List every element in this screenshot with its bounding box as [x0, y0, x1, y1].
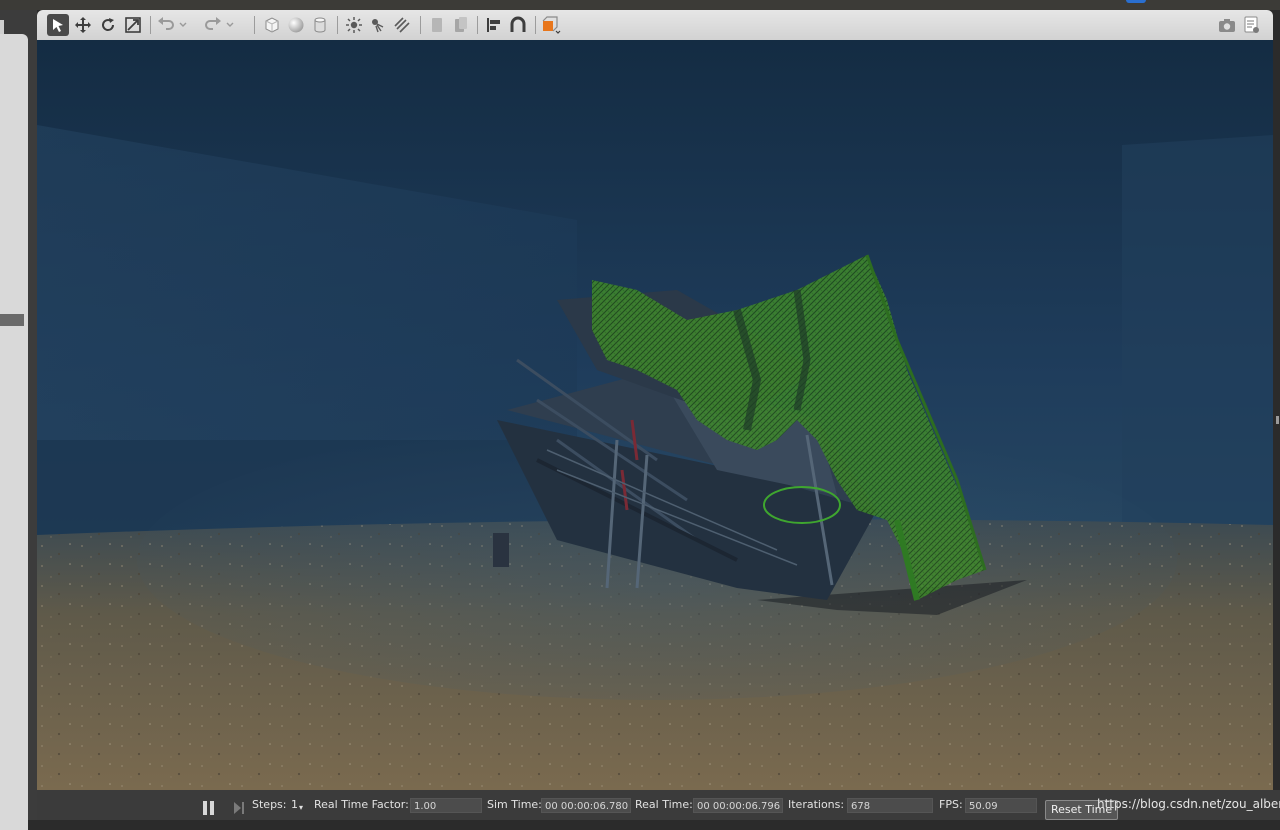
right-splitter-handle[interactable]	[1276, 416, 1279, 424]
system-top-bar	[0, 0, 1280, 10]
sim-time-value: 00 00:00:06.780	[541, 798, 631, 813]
iterations-label: Iterations:	[788, 798, 845, 811]
steps-label: Steps:	[252, 798, 287, 811]
scale-mode-icon[interactable]	[122, 14, 144, 36]
select-mode-icon[interactable]	[47, 14, 69, 36]
undo-icon[interactable]	[155, 14, 177, 36]
right-edge	[1273, 10, 1280, 820]
box-icon[interactable]	[261, 14, 283, 36]
toolbar-separator	[477, 16, 478, 34]
directional-light-icon[interactable]	[391, 14, 413, 36]
steps-value[interactable]: 1	[291, 798, 298, 812]
toolbar-separator	[337, 16, 338, 34]
translate-mode-icon[interactable]	[72, 14, 94, 36]
redo-icon[interactable]	[202, 14, 224, 36]
undo-dropdown-icon[interactable]	[178, 14, 188, 36]
3d-scene-viewport[interactable]	[37, 40, 1273, 790]
tank-wall-right	[1122, 135, 1273, 530]
copy-icon[interactable]	[426, 14, 448, 36]
real-time-label: Real Time:	[635, 798, 693, 811]
cylinder-icon[interactable]	[309, 14, 331, 36]
real-time-factor-value: 1.00	[410, 798, 482, 813]
fps-value: 50.09	[965, 798, 1037, 813]
iterations-value: 678	[847, 798, 933, 813]
left-side-panel	[0, 10, 37, 830]
real-time-factor-label: Real Time Factor:	[314, 798, 409, 811]
toolbar-separator	[254, 16, 255, 34]
steps-dropdown-icon[interactable]: ▾	[299, 801, 303, 815]
rotate-mode-icon[interactable]	[97, 14, 119, 36]
step-button[interactable]	[233, 801, 245, 815]
toolbar-separator	[150, 16, 151, 34]
log-icon[interactable]	[1241, 14, 1263, 36]
snap-icon[interactable]	[507, 14, 529, 36]
scene-toolbar	[37, 10, 1273, 41]
real-time-value: 00 00:00:06.796	[693, 798, 783, 813]
sphere-icon[interactable]	[285, 14, 307, 36]
view-angle-icon[interactable]	[540, 14, 562, 36]
align-icon[interactable]	[483, 14, 505, 36]
paste-icon[interactable]	[450, 14, 472, 36]
panel-splitter-handle[interactable]	[0, 314, 24, 326]
toolbar-separator	[420, 16, 421, 34]
watermark-url: https://blog.csdn.net/zou_albert	[1097, 797, 1280, 811]
world-panel[interactable]	[0, 34, 28, 830]
screenshot-icon[interactable]	[1216, 14, 1238, 36]
spot-light-icon[interactable]	[367, 14, 389, 36]
sim-time-label: Sim Time:	[487, 798, 542, 811]
redo-dropdown-icon[interactable]	[225, 14, 235, 36]
toolbar-separator	[535, 16, 536, 34]
point-light-icon[interactable]	[343, 14, 365, 36]
window-indicator	[1126, 0, 1146, 3]
simulation-status-bar: Steps: 1 ▾ Real Time Factor: 1.00 Sim Ti…	[37, 790, 1280, 820]
pause-button[interactable]	[203, 801, 215, 815]
fps-label: FPS:	[939, 798, 963, 811]
